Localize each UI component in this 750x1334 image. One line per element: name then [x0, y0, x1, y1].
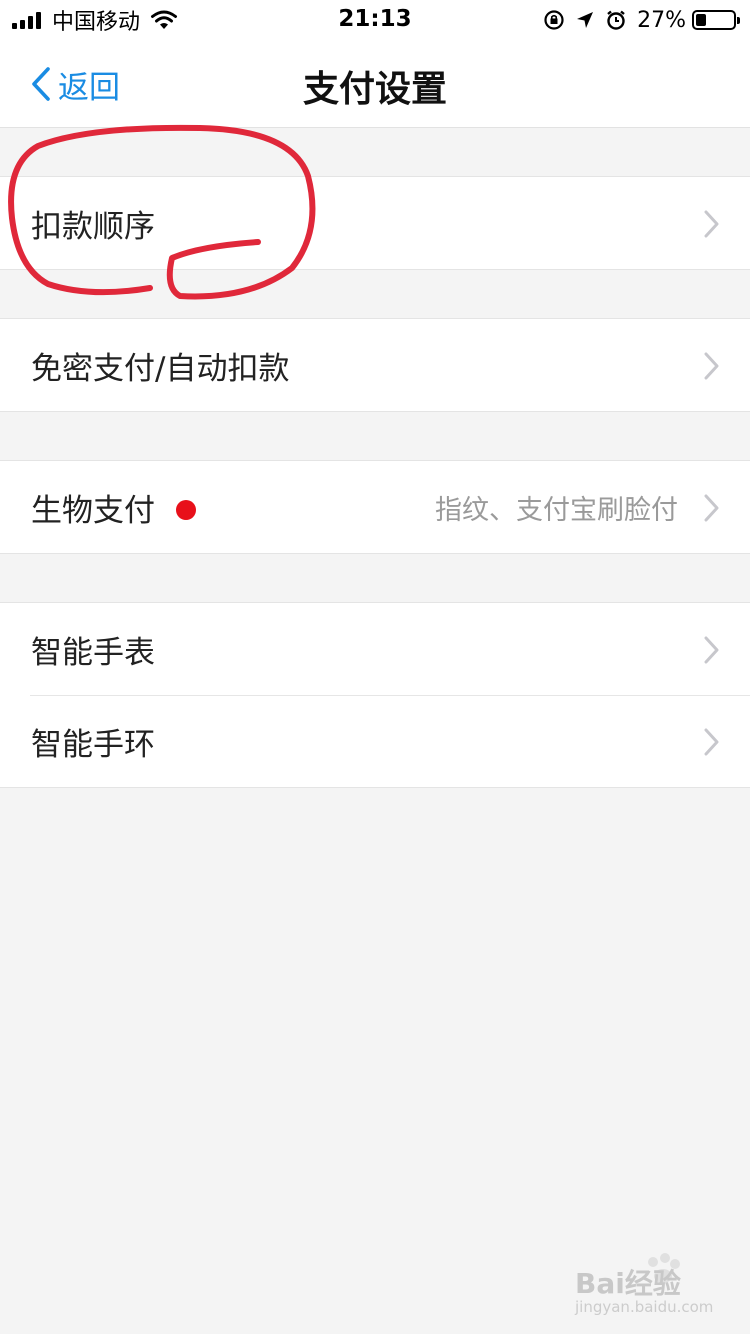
chevron-right-icon	[704, 494, 719, 522]
orientation-lock-icon	[544, 10, 564, 30]
status-right: 27%	[543, 6, 740, 34]
nav-bar: 返回 支付设置	[0, 40, 750, 128]
settings-group-biometric: 生物支付 指纹、支付宝刷脸付	[0, 460, 750, 554]
chevron-right-icon	[704, 636, 719, 664]
battery-percent: 27%	[637, 7, 686, 33]
row-detail: 指纹、支付宝刷脸付	[435, 494, 678, 526]
battery-icon	[692, 10, 740, 30]
watermark-url: jingyan.baidu.com	[575, 1298, 714, 1316]
chevron-right-icon	[704, 210, 719, 238]
settings-group-wearables: 智能手表 智能手环	[0, 602, 750, 788]
chevron-right-icon	[704, 352, 719, 380]
status-bar: 中国移动 21:13 27%	[0, 0, 750, 40]
alarm-icon	[607, 10, 625, 30]
annotation-circle	[8, 124, 316, 300]
row-label: 生物支付	[31, 492, 155, 529]
location-icon	[577, 12, 594, 28]
row-biometric-payment[interactable]: 生物支付 指纹、支付宝刷脸付	[0, 461, 750, 553]
row-password-free-payment[interactable]: 免密支付/自动扣款	[0, 319, 750, 411]
row-smart-watch[interactable]: 智能手表	[0, 603, 750, 695]
new-badge-dot	[176, 500, 196, 520]
battery-fill	[696, 14, 706, 26]
chevron-right-icon	[704, 728, 719, 756]
row-smart-band[interactable]: 智能手环	[0, 695, 750, 787]
row-label: 智能手表	[31, 634, 155, 671]
row-label: 免密支付/自动扣款	[31, 350, 290, 387]
settings-group-password-free: 免密支付/自动扣款	[0, 318, 750, 412]
page-title: 支付设置	[302, 69, 447, 110]
watermark-text: Bai经验	[575, 1267, 681, 1300]
row-label: 智能手环	[31, 726, 155, 763]
